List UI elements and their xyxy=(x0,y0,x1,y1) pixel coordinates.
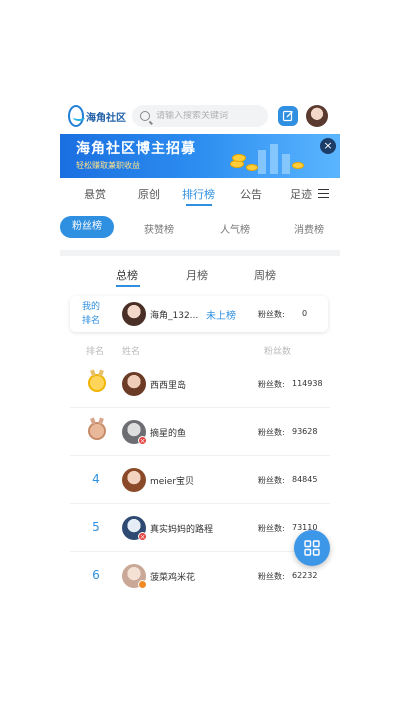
logo[interactable]: 海角社区 xyxy=(68,104,126,128)
table-row[interactable]: 4 meier宝贝 粉丝数: 84845 xyxy=(70,456,330,504)
row-fans-label: 粉丝数: xyxy=(258,572,285,581)
period-tabs: 总榜 月榜 周榜 xyxy=(60,262,340,288)
row-fans-label: 粉丝数: xyxy=(258,476,285,485)
tab-popularity-rank[interactable]: 人气榜 xyxy=(220,221,250,236)
close-icon: × xyxy=(138,436,147,445)
row-username: 菠菜鸡米花 xyxy=(150,573,196,583)
edit-icon xyxy=(282,110,293,122)
my-username: 海角_132... xyxy=(150,311,199,321)
avatar xyxy=(122,468,146,492)
tab-likes-rank[interactable]: 获赞榜 xyxy=(144,221,174,236)
row-rank: 5 xyxy=(92,520,100,534)
tab-announcement[interactable]: 公告 xyxy=(240,186,262,202)
row-rank: 4 xyxy=(92,472,100,486)
row-fans-value: 84845 xyxy=(292,475,318,484)
my-rank-label: 我的排名 xyxy=(82,302,101,326)
menu-icon[interactable] xyxy=(318,189,329,198)
row-username: 真实妈妈的路程 xyxy=(150,525,214,535)
banner-title: 海角社区博主招募 xyxy=(76,141,196,157)
tab-footprint[interactable]: 足迹 xyxy=(290,186,312,202)
search-icon xyxy=(140,111,150,121)
app-screen: 海角社区 海角社区博主招募 轻松赚取兼职收益 × 悬赏 xyxy=(60,98,340,598)
search-bar[interactable] xyxy=(132,105,268,127)
my-rank-status: 未上榜 xyxy=(206,311,236,322)
table-row[interactable]: × 摘星的鱼 粉丝数: 93628 xyxy=(70,408,330,456)
my-fans-value: 0 xyxy=(302,309,308,318)
close-icon[interactable]: × xyxy=(320,138,336,154)
tab-weekly[interactable]: 周榜 xyxy=(254,267,276,283)
tab-ranking[interactable]: 排行榜 xyxy=(182,186,215,202)
row-username: 西西里岛 xyxy=(150,381,187,391)
list-header: 排名 姓名 粉丝数 xyxy=(60,344,340,360)
my-fans-label: 粉丝数: xyxy=(258,310,285,319)
row-fans-value: 114938 xyxy=(292,379,323,388)
row-fans-value: 93628 xyxy=(292,427,318,436)
tab-all-time[interactable]: 总榜 xyxy=(116,267,138,283)
row-fans-label: 粉丝数: xyxy=(258,428,285,437)
tab-reward[interactable]: 悬赏 xyxy=(84,186,106,202)
table-row[interactable]: 5 × 真实妈妈的路程 粉丝数: 73110 xyxy=(70,504,330,552)
divider xyxy=(60,250,340,256)
main-tabs: 悬赏 原创 排行榜 公告 足迹 xyxy=(60,178,340,208)
logo-text: 海角社区 xyxy=(86,112,126,124)
row-username: meier宝贝 xyxy=(150,477,195,487)
tab-original[interactable]: 原创 xyxy=(138,186,160,202)
grid-icon xyxy=(304,540,320,556)
logo-icon xyxy=(68,105,85,127)
bronze-medal-icon xyxy=(88,422,106,440)
floating-menu-button[interactable] xyxy=(294,530,330,566)
edit-button[interactable] xyxy=(278,106,298,126)
user-avatar[interactable] xyxy=(306,105,328,127)
status-badge xyxy=(138,580,147,589)
recruit-banner[interactable]: 海角社区博主招募 轻松赚取兼职收益 × xyxy=(60,134,340,178)
tab-fans-rank[interactable]: 粉丝榜 xyxy=(60,216,114,238)
avatar xyxy=(122,302,146,326)
header-name: 姓名 xyxy=(122,347,141,357)
top-header: 海角社区 xyxy=(60,98,340,134)
active-period-indicator xyxy=(116,285,140,287)
row-fans-label: 粉丝数: xyxy=(258,524,285,533)
avatar xyxy=(122,372,146,396)
rank-type-tabs: 粉丝榜 获赞榜 人气榜 消费榜 xyxy=(60,216,340,240)
row-fans-value: 62232 xyxy=(292,571,318,580)
search-input[interactable] xyxy=(156,111,266,121)
header-rank: 排名 xyxy=(86,347,105,357)
table-row[interactable]: 西西里岛 粉丝数: 114938 xyxy=(70,360,330,408)
gold-medal-icon xyxy=(88,374,106,392)
table-row[interactable]: 6 菠菜鸡米花 粉丝数: 62232 xyxy=(70,552,330,598)
active-tab-indicator xyxy=(186,204,212,206)
my-rank-card: 我的排名 海角_132... 未上榜 粉丝数: 0 xyxy=(70,296,328,332)
tab-monthly[interactable]: 月榜 xyxy=(186,267,208,283)
coins-illustration xyxy=(228,140,308,176)
row-rank: 6 xyxy=(92,568,100,582)
header-fans: 粉丝数 xyxy=(264,347,292,357)
row-fans-label: 粉丝数: xyxy=(258,380,285,389)
tab-spending-rank[interactable]: 消费榜 xyxy=(294,221,324,236)
row-username: 摘星的鱼 xyxy=(150,429,187,439)
close-icon: × xyxy=(138,532,147,541)
banner-subtitle: 轻松赚取兼职收益 xyxy=(76,161,140,170)
